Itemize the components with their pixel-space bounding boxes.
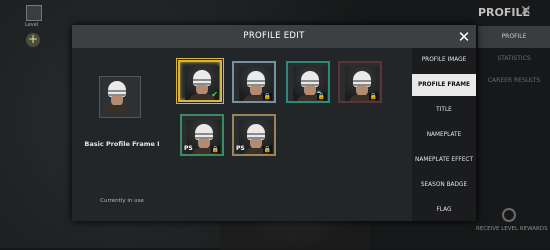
reward-icon[interactable]: [502, 208, 516, 222]
frame-status: Currently in use: [100, 198, 144, 204]
check-icon: ✔: [211, 90, 218, 99]
close-icon[interactable]: ✕: [454, 27, 474, 47]
menu-item-profile-frame[interactable]: PROFILE FRAME: [412, 74, 476, 96]
ps-badge: PS: [235, 145, 246, 153]
profile-edit-dialog: PROFILE EDIT ✕ Basic Profile Frame I Cur…: [72, 25, 476, 221]
menu-item-season-badge[interactable]: SEASON BADGE: [412, 174, 476, 196]
current-frame-preview: [99, 76, 141, 118]
level-label: Level: [25, 22, 39, 28]
add-icon[interactable]: +: [26, 33, 40, 47]
edit-category-menu: PROFILE IMAGE PROFILE FRAME TITLE NAMEPL…: [412, 48, 476, 221]
profile-close-icon[interactable]: ✕: [520, 3, 532, 19]
menu-item-nameplate[interactable]: NAMEPLATE: [412, 124, 476, 146]
lock-icon: 🔒: [210, 146, 220, 153]
lock-icon: 🔒: [262, 93, 272, 100]
tab-career-results[interactable]: CAREER RESULTS: [478, 70, 550, 92]
dialog-title: PROFILE EDIT: [243, 31, 305, 41]
tab-profile[interactable]: PROFILE: [478, 26, 550, 48]
player-avatar-icon[interactable]: [26, 5, 42, 21]
current-frame-name: Basic Profile Frame I: [84, 140, 160, 148]
current-frame-panel: Basic Profile Frame I Currently in use: [72, 48, 172, 221]
profile-tabs: PROFILE STATISTICS CAREER RESULTS: [478, 26, 550, 92]
menu-item-profile-image[interactable]: PROFILE IMAGE: [412, 49, 476, 71]
frame-option-red[interactable]: 🔒: [338, 61, 382, 103]
lock-icon: 🔒: [316, 93, 326, 100]
tab-statistics[interactable]: STATISTICS: [478, 48, 550, 70]
receive-level-rewards-label[interactable]: RECEIVE LEVEL REWARDS: [476, 226, 548, 232]
ps-badge: PS: [183, 145, 194, 153]
frame-option-blue[interactable]: 🔒: [232, 61, 276, 103]
frame-option-tan-ps[interactable]: PS 🔒: [232, 114, 276, 156]
lock-icon: 🔒: [262, 146, 272, 153]
menu-item-flag[interactable]: FLAG: [412, 199, 476, 221]
frame-option-basic[interactable]: ✔: [176, 58, 224, 104]
menu-item-nameplate-effect[interactable]: NAMEPLATE EFFECT: [412, 149, 476, 171]
lock-icon: 🔒: [368, 93, 378, 100]
frame-option-green-ps[interactable]: PS 🔒: [180, 114, 224, 156]
menu-item-title[interactable]: TITLE: [412, 99, 476, 121]
frame-option-teal[interactable]: ★ 🔒: [286, 61, 330, 103]
